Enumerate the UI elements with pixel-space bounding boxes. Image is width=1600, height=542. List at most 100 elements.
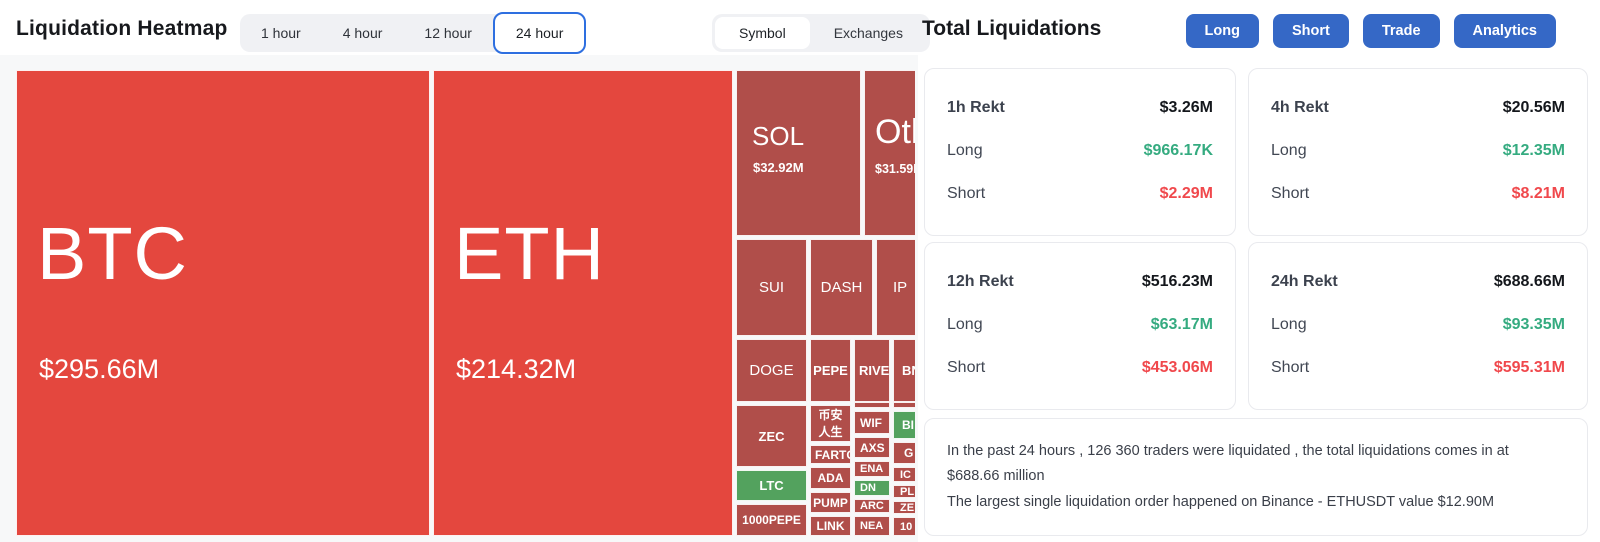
tile-g[interactable]: G: [893, 442, 915, 464]
tile-symbol: 1000PEPE: [742, 513, 801, 527]
tile-pump[interactable]: PUMP: [810, 492, 851, 513]
total-value: $516.23M: [1142, 273, 1213, 291]
tile-arc[interactable]: ARC: [854, 499, 890, 513]
time-tab-4-hour[interactable]: 4 hour: [322, 14, 404, 52]
stats-panel: 1h Rekt$3.26MLong$966.17KShort$2.29M4h R…: [924, 68, 1588, 536]
tile-pl[interactable]: PL: [893, 485, 915, 498]
long-value: $966.17K: [1144, 142, 1213, 160]
short-button[interactable]: Short: [1273, 14, 1349, 48]
tile-symbol: ARC: [860, 500, 884, 512]
tile-symbol: NEA: [860, 520, 883, 532]
tile-river[interactable]: RIVER: [854, 339, 890, 402]
tile-tile[interactable]: [854, 402, 890, 408]
long-label: Long: [1271, 316, 1307, 334]
short-label: Short: [1271, 359, 1309, 377]
page-title: Liquidation Heatmap: [16, 17, 227, 41]
tile-ip[interactable]: IP: [876, 239, 915, 336]
tile-symbol: ENA: [860, 463, 883, 475]
tile-link[interactable]: LINK: [810, 516, 851, 536]
tile-symbol: ZEC: [759, 429, 785, 444]
rekt-card-12h: 12h Rekt$516.23MLong$63.17MShort$453.06M: [924, 242, 1236, 410]
tile-symbol: PEPE: [813, 363, 848, 378]
tile-symbol: DOGE: [749, 362, 793, 379]
tile-symbol: G: [904, 446, 913, 460]
view-toggle-symbol[interactable]: Symbol: [715, 17, 810, 49]
tile-wif[interactable]: WIF: [854, 411, 890, 434]
rekt-card-24h: 24h Rekt $688.66M Long $93.35M Short $595.31M: [1248, 242, 1588, 410]
tile-symbol: FARTCOIN: [815, 448, 851, 462]
long-label: Long: [947, 316, 983, 334]
short-label: Short: [947, 185, 985, 203]
tile-btc[interactable]: BTC $295.66M: [16, 70, 430, 536]
tile-bnb[interactable]: BNB: [893, 339, 915, 402]
tile-symbol: AXS: [860, 441, 885, 455]
tile-symbol: SUI: [759, 279, 784, 296]
tile-sol[interactable]: SOL$32.92M: [736, 70, 861, 236]
short-label: Short: [1271, 185, 1309, 203]
tile-symbol: WIF: [860, 416, 882, 430]
trade-button[interactable]: Trade: [1363, 14, 1440, 48]
tile-tile[interactable]: [893, 402, 915, 408]
tile-sui[interactable]: SUI: [736, 239, 807, 336]
total-value: $20.56M: [1503, 99, 1565, 117]
nav-buttons: LongShortTradeAnalytics: [1205, 14, 1556, 48]
tile-ada[interactable]: ADA: [810, 467, 851, 489]
tile-bi[interactable]: BI: [893, 411, 915, 439]
tile-ic[interactable]: IC: [893, 467, 915, 482]
tile-zec[interactable]: ZEC: [736, 405, 807, 467]
short-value: $2.29M: [1160, 185, 1213, 203]
analytics-button[interactable]: Analytics: [1454, 14, 1556, 48]
rekt-card-4h: 4h Rekt $20.56M Long $12.35M Short $8.21M: [1248, 68, 1588, 236]
summary-line-2: The largest single liquidation order hap…: [947, 490, 1565, 515]
tile-symbol: PL: [900, 486, 914, 498]
long-value: $93.35M: [1503, 316, 1565, 334]
time-range-tabs: 1 hour4 hour12 hour24 hour: [240, 14, 586, 52]
total-liquidations-title: Total Liquidations: [922, 17, 1101, 41]
tile-pepe[interactable]: PEPE: [810, 339, 851, 402]
period-label: 4h Rekt: [1271, 99, 1329, 117]
tile-value: $295.66M: [39, 354, 159, 385]
short-value: $453.06M: [1142, 359, 1213, 377]
tile-fartcoin[interactable]: FARTCOIN: [810, 445, 851, 464]
tile-eth[interactable]: ETH$214.32M: [433, 70, 733, 536]
tile-symbol: BTC: [37, 211, 188, 296]
short-label: Short: [947, 359, 985, 377]
tile-ena[interactable]: ENA: [854, 461, 890, 477]
tile-ltc[interactable]: LTC: [736, 470, 807, 501]
period-label: 1h Rekt: [947, 99, 1005, 117]
symbol-exchanges-toggle: SymbolExchanges: [712, 14, 930, 52]
long-label: Long: [1271, 142, 1307, 160]
tile-symbol: LINK: [817, 519, 845, 533]
tile-1000pepe[interactable]: 1000PEPE: [736, 504, 807, 536]
summary-line-1: In the past 24 hours , 126 360 traders w…: [947, 439, 1565, 490]
tile-axs[interactable]: AXS: [854, 437, 890, 458]
time-tab-1-hour[interactable]: 1 hour: [240, 14, 322, 52]
time-tab-12-hour[interactable]: 12 hour: [403, 14, 492, 52]
long-value: $12.35M: [1503, 142, 1565, 160]
tile-symbol: BNB: [902, 363, 915, 378]
tile-symbol: ZE: [900, 502, 914, 514]
tile-symbol: 10: [900, 521, 912, 533]
tile-nea[interactable]: NEA: [854, 516, 890, 536]
tile-doge[interactable]: DOGE: [736, 339, 807, 402]
tile-others[interactable]: Others$31.59M: [864, 70, 915, 236]
short-value: $595.31M: [1494, 359, 1565, 377]
tile-10[interactable]: 10: [893, 517, 915, 536]
tile-symbol: LTC: [759, 478, 783, 493]
total-value: $688.66M: [1494, 273, 1565, 291]
liquidation-dashboard: Liquidation Heatmap 1 hour4 hour12 hour2…: [0, 0, 1600, 542]
tile-symbol: ETH: [454, 211, 605, 296]
tile-ze[interactable]: ZE: [893, 501, 915, 514]
time-tab-24-hour[interactable]: 24 hour: [493, 12, 586, 54]
period-label: 24h Rekt: [1271, 273, 1338, 291]
view-toggle-exchanges[interactable]: Exchanges: [810, 17, 927, 49]
tile--[interactable]: 币安人生: [810, 405, 851, 442]
tile-dn[interactable]: DN: [854, 480, 890, 496]
long-button[interactable]: Long: [1186, 14, 1259, 48]
tile-symbol: SOL: [752, 121, 804, 152]
long-label: Long: [947, 142, 983, 160]
long-value: $63.17M: [1151, 316, 1213, 334]
short-value: $8.21M: [1512, 185, 1565, 203]
tile-symbol: IP: [893, 279, 907, 296]
tile-dash[interactable]: DASH: [810, 239, 873, 336]
